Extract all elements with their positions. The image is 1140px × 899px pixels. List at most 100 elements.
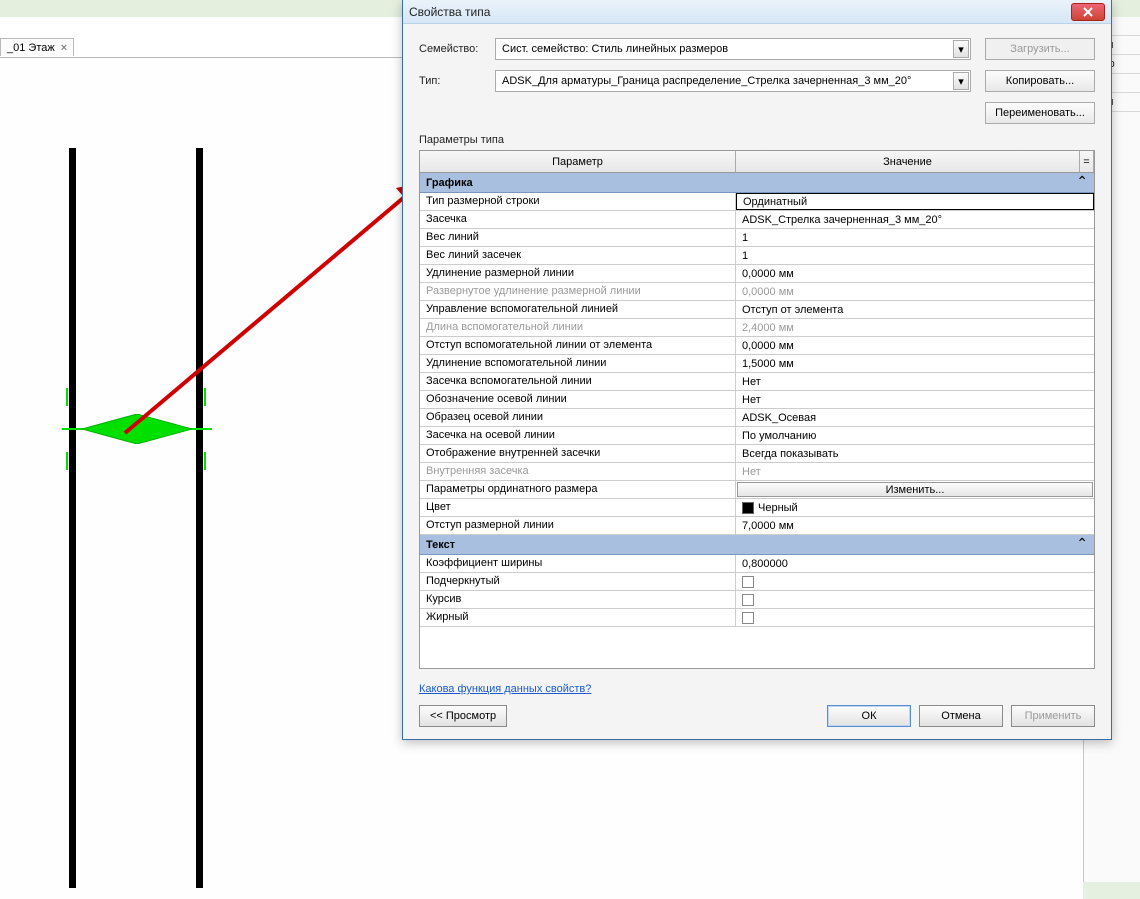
dialog-title: Свойства типа [409,5,490,19]
param-value[interactable]: 0,0000 мм [736,283,1094,300]
param-value[interactable]: Нет [736,391,1094,408]
header-param[interactable]: Параметр [420,151,736,172]
checkbox[interactable] [742,576,754,588]
param-name: Обозначение осевой линии [420,391,736,408]
param-value[interactable]: Ординатный [736,193,1094,210]
param-value[interactable]: Всегда показывать [736,445,1094,462]
param-row[interactable]: Тип размерной строкиОрдинатный [420,193,1094,211]
param-row[interactable]: Образец осевой линииADSK_Осевая [420,409,1094,427]
family-label: Семейство: [419,43,489,55]
param-value[interactable]: 1,5000 мм [736,355,1094,372]
param-name: Вес линий [420,229,736,246]
param-row[interactable]: Жирный [420,609,1094,627]
param-value[interactable]: Нет [736,373,1094,390]
param-row[interactable]: Отступ размерной линии7,0000 мм [420,517,1094,535]
param-row[interactable]: Удлинение размерной линии0,0000 мм [420,265,1094,283]
param-name: Курсив [420,591,736,608]
collapse-icon[interactable]: ⌃ [1076,536,1088,553]
param-row[interactable]: Отображение внутренней засечкиВсегда пок… [420,445,1094,463]
color-swatch [742,502,754,514]
param-name: Образец осевой линии [420,409,736,426]
preview-button[interactable]: << Просмотр [419,705,507,727]
param-name: Жирный [420,609,736,626]
param-value[interactable]: ADSK_Осевая [736,409,1094,426]
param-row[interactable]: Развернутое удлинение размерной линии0,0… [420,283,1094,301]
param-name: Управление вспомогательной линией [420,301,736,318]
param-value[interactable]: ADSK_Стрелка зачерненная_3 мм_20° [736,211,1094,228]
param-row[interactable]: Отступ вспомогательной линии от элемента… [420,337,1094,355]
close-button[interactable] [1071,3,1105,21]
param-name: Развернутое удлинение размерной линии [420,283,736,300]
param-row[interactable]: ЗасечкаADSK_Стрелка зачерненная_3 мм_20° [420,211,1094,229]
cancel-button[interactable]: Отмена [919,705,1003,727]
param-value[interactable]: 7,0000 мм [736,517,1094,534]
family-combo[interactable]: Сист. семейство: Стиль линейных размеров… [495,38,971,60]
param-row[interactable]: Обозначение осевой линииНет [420,391,1094,409]
section-label: Параметры типа [419,134,1095,146]
param-value[interactable]: По умолчанию [736,427,1094,444]
param-name: Засечка вспомогательной линии [420,373,736,390]
param-name: Вес линий засечек [420,247,736,264]
group-header[interactable]: Графика⌃ [420,173,1094,193]
param-row[interactable]: Подчеркнутый [420,573,1094,591]
load-button: Загрузить... [985,38,1095,60]
param-row[interactable]: Коэффициент ширины0,800000 [420,555,1094,573]
param-value[interactable]: Отступ от элемента [736,301,1094,318]
checkbox[interactable] [742,594,754,606]
param-row[interactable]: Параметры ординатного размераИзменить... [420,481,1094,499]
param-row[interactable]: Вес линий1 [420,229,1094,247]
param-row[interactable]: Вес линий засечек1 [420,247,1094,265]
header-eq[interactable]: = [1080,151,1094,172]
view-tab[interactable]: _01 Этаж × [0,38,74,56]
param-name: Коэффициент ширины [420,555,736,572]
param-value[interactable]: Нет [736,463,1094,480]
param-value[interactable]: 0,0000 мм [736,265,1094,282]
param-value[interactable] [736,591,1094,608]
help-link[interactable]: Какова функция данных свойств? [419,683,1095,695]
apply-button[interactable]: Применить [1011,705,1095,727]
param-row[interactable]: Курсив [420,591,1094,609]
param-value[interactable] [736,573,1094,590]
param-value[interactable]: 2,4000 мм [736,319,1094,336]
type-properties-dialog: Свойства типа Семейство: Сист. семейство… [402,0,1112,740]
param-value[interactable]: Черный [736,499,1094,516]
param-value[interactable]: 1 [736,247,1094,264]
param-name: Засечка [420,211,736,228]
type-combo[interactable]: ADSK_Для арматуры_Граница распределение_… [495,70,971,92]
param-row[interactable]: Засечка на осевой линииПо умолчанию [420,427,1094,445]
param-name: Удлинение размерной линии [420,265,736,282]
ok-button[interactable]: ОК [827,705,911,727]
param-name: Удлинение вспомогательной линии [420,355,736,372]
close-icon[interactable]: × [61,42,67,54]
param-row[interactable]: Управление вспомогательной линиейОтступ … [420,301,1094,319]
param-row[interactable]: Засечка вспомогательной линииНет [420,373,1094,391]
group-header[interactable]: Текст⌃ [420,535,1094,555]
param-name: Длина вспомогательной линии [420,319,736,336]
type-label: Тип: [419,75,489,87]
checkbox[interactable] [742,612,754,624]
param-value[interactable]: 0,800000 [736,555,1094,572]
param-name: Подчеркнутый [420,573,736,590]
param-name: Тип размерной строки [420,193,736,210]
chevron-down-icon[interactable]: ▾ [953,72,969,90]
param-value[interactable]: Изменить... [736,481,1094,498]
param-row[interactable]: Внутренняя засечкаНет [420,463,1094,481]
param-value[interactable]: 1 [736,229,1094,246]
param-name: Цвет [420,499,736,516]
param-value[interactable] [736,609,1094,626]
chevron-down-icon[interactable]: ▾ [953,40,969,58]
parameters-grid: Параметр Значение = Графика⌃Тип размерно… [419,150,1095,669]
rename-button[interactable]: Переименовать... [985,102,1095,124]
param-row[interactable]: Цвет Черный [420,499,1094,517]
title-bar[interactable]: Свойства типа [403,0,1111,24]
edit-button[interactable]: Изменить... [737,482,1093,497]
param-name: Параметры ординатного размера [420,481,736,498]
param-value[interactable]: 0,0000 мм [736,337,1094,354]
header-value[interactable]: Значение [736,151,1080,172]
param-row[interactable]: Удлинение вспомогательной линии1,5000 мм [420,355,1094,373]
view-tab-label: _01 Этаж [7,42,55,54]
collapse-icon[interactable]: ⌃ [1076,174,1088,191]
copy-button[interactable]: Копировать... [985,70,1095,92]
param-row[interactable]: Длина вспомогательной линии2,4000 мм [420,319,1094,337]
param-name: Внутренняя засечка [420,463,736,480]
